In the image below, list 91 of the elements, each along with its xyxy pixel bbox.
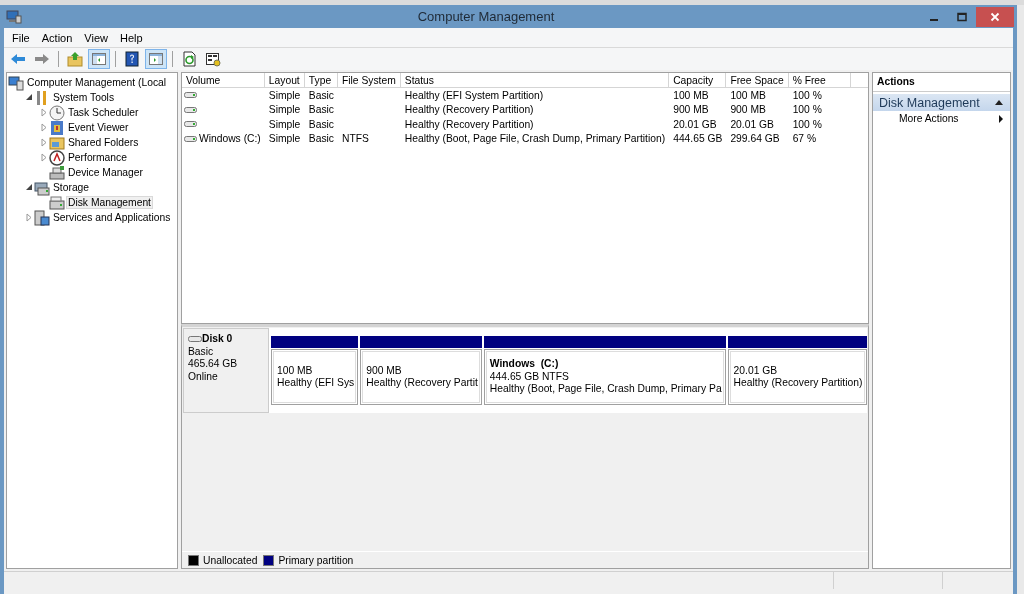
column-header[interactable]: File System bbox=[338, 73, 401, 88]
tree-node-icon bbox=[8, 74, 24, 91]
tree-node-icon bbox=[49, 194, 65, 211]
table-cell: 100 % bbox=[792, 118, 822, 130]
help-icon bbox=[124, 51, 140, 67]
column-header[interactable]: Status bbox=[400, 73, 670, 88]
refresh-icon bbox=[181, 51, 197, 67]
back-arrow-icon bbox=[10, 51, 26, 67]
close-icon bbox=[990, 11, 1000, 22]
app-icon bbox=[6, 9, 22, 24]
column-header[interactable]: Type bbox=[304, 73, 338, 88]
menu-item[interactable]: View bbox=[78, 29, 114, 46]
table-cell: NTFS bbox=[342, 133, 369, 145]
tree-node-icon bbox=[34, 209, 50, 226]
tree-item[interactable]: Device Manager bbox=[66, 166, 145, 179]
tree-item[interactable]: Disk Management bbox=[66, 196, 153, 209]
tree-item[interactable]: Event Viewer bbox=[66, 121, 131, 134]
table-cell: 100 % bbox=[792, 104, 822, 116]
partition-block[interactable]: Windows (C:) 444.65 GB NTFS Healthy (Boot, Page File, Crash Dump, Primary Pa bbox=[483, 349, 726, 405]
tree-node-icon bbox=[49, 164, 65, 181]
tree-item[interactable]: Shared Folders bbox=[66, 136, 141, 149]
close-button[interactable] bbox=[976, 6, 1014, 27]
menu-item[interactable]: File bbox=[6, 29, 36, 46]
table-cell: 900 MB bbox=[730, 104, 766, 116]
tree-node-icon bbox=[49, 149, 65, 166]
table-cell: Basic bbox=[308, 133, 334, 145]
folder-up-icon bbox=[67, 51, 83, 67]
tree-item[interactable]: Task Scheduler bbox=[66, 106, 141, 119]
maximize-icon bbox=[957, 11, 967, 22]
tree-item[interactable]: Services and Applications bbox=[51, 211, 173, 224]
table-cell: 100 % bbox=[792, 89, 822, 101]
forward-arrow-icon bbox=[34, 51, 50, 67]
table-cell: Simple bbox=[268, 104, 301, 116]
column-header[interactable]: Layout bbox=[264, 73, 305, 88]
partition-block[interactable]: 900 MB Healthy (Recovery Partit bbox=[360, 349, 482, 405]
action-link[interactable]: More Actions bbox=[899, 113, 959, 124]
table-cell: Simple bbox=[268, 133, 301, 145]
action-section[interactable]: Disk Management bbox=[873, 94, 1010, 111]
tree-item[interactable]: Computer Management (Local bbox=[25, 76, 169, 89]
table-cell: 299.64 GB bbox=[730, 133, 780, 145]
table-cell: 100 MB bbox=[673, 89, 709, 101]
disk-name: Disk 0 bbox=[202, 333, 233, 346]
partition-block[interactable]: 100 MB Healthy (EFI Sys bbox=[271, 349, 359, 405]
pane-header: Actions bbox=[873, 73, 1010, 92]
pane-icon bbox=[148, 51, 164, 67]
column-header[interactable]: Capacity bbox=[669, 73, 727, 88]
disk-info: Online bbox=[188, 370, 219, 383]
table-cell: 444.65 GB bbox=[673, 133, 723, 145]
partition-block[interactable]: 20.01 GB Healthy (Recovery Partition) bbox=[727, 349, 867, 405]
table-cell: Basic bbox=[308, 89, 334, 101]
volume-icon bbox=[184, 105, 197, 114]
column-header[interactable]: % Free bbox=[788, 73, 851, 88]
disk-info: 465.64 GB bbox=[188, 358, 239, 371]
volume-icon bbox=[184, 91, 197, 100]
legend-label: Primary partition bbox=[278, 554, 354, 566]
disk-info: Basic bbox=[188, 345, 215, 358]
column-header[interactable]: Free Space bbox=[726, 73, 789, 88]
tree-item[interactable]: System Tools bbox=[51, 91, 117, 104]
column-header[interactable]: Volume bbox=[182, 73, 265, 88]
table-cell: Simple bbox=[268, 118, 301, 130]
table-cell: Healthy (Boot, Page File, Crash Dump, Primary Partition) bbox=[404, 133, 666, 145]
expander-icon[interactable] bbox=[24, 93, 33, 102]
tree-node-icon bbox=[49, 104, 65, 121]
tree-node-icon bbox=[49, 119, 65, 136]
table-cell: 100 MB bbox=[730, 89, 766, 101]
table-cell: Basic bbox=[308, 104, 334, 116]
expander-icon[interactable] bbox=[24, 183, 33, 192]
table-cell: 20.01 GB bbox=[673, 118, 717, 130]
table-cell: 900 MB bbox=[673, 104, 709, 116]
menu-item[interactable]: Help bbox=[113, 29, 149, 46]
tree-node-icon bbox=[34, 179, 50, 196]
pane-icon bbox=[91, 51, 107, 67]
legend-label: Unallocated bbox=[203, 554, 258, 566]
table-cell: Simple bbox=[268, 89, 301, 101]
window-title: Computer Management bbox=[416, 9, 556, 24]
volume-icon bbox=[184, 120, 197, 129]
tree-node-icon bbox=[49, 134, 65, 151]
table-cell: Healthy (Recovery Partition) bbox=[404, 104, 534, 116]
table-cell: Basic bbox=[308, 118, 334, 130]
table-cell: Windows (C:) bbox=[199, 133, 261, 145]
table-cell: Healthy (Recovery Partition) bbox=[404, 118, 534, 130]
minimize-icon bbox=[930, 18, 938, 21]
volume-icon bbox=[184, 134, 197, 143]
submenu-arrow-icon bbox=[998, 113, 1004, 124]
properties-icon bbox=[205, 51, 221, 67]
tree-item[interactable]: Performance bbox=[66, 151, 129, 164]
table-cell: 20.01 GB bbox=[730, 118, 774, 130]
menu-item[interactable]: Action bbox=[35, 29, 79, 46]
table-cell: 67 % bbox=[792, 133, 817, 145]
table-cell: Healthy (EFI System Partition) bbox=[404, 89, 544, 101]
tree-item[interactable]: Storage bbox=[51, 181, 92, 194]
